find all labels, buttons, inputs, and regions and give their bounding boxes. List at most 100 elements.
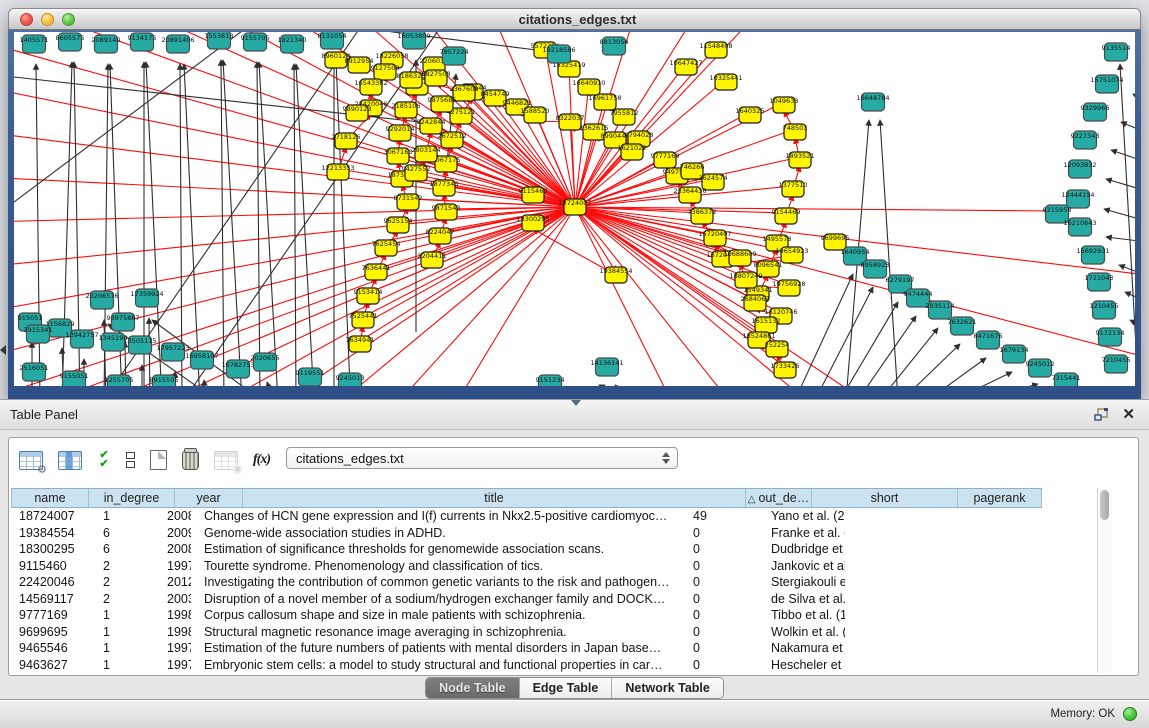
graph-node[interactable]: 9119551 [296,368,325,386]
graph-node[interactable]: 7525441 [349,312,378,328]
scrollbar-thumb[interactable] [1100,490,1109,520]
table-row[interactable]: 1456911722003Disruption of a novel membe… [11,591,1042,608]
graph-node[interactable]: 9245013 [336,373,365,386]
graph-node[interactable]: 1733426 [771,362,800,378]
network-graph[interactable]: 1872400722060381420043218510692920143067… [14,32,1135,386]
graph-node[interactable]: 16640910 [572,79,605,95]
graph-node[interactable]: 1049633 [770,97,799,113]
graph-node[interactable]: 8731542 [394,194,423,210]
graph-node[interactable]: 9827508 [422,70,451,86]
graph-node[interactable]: 748503 [783,124,808,140]
graph-node[interactable]: 19218586 [542,45,575,63]
graph-node[interactable]: 7857224 [440,47,469,65]
graph-node[interactable]: 17359924 [130,289,163,307]
graph-node[interactable]: 12213353 [321,164,354,180]
graph-node[interactable]: 93975887 [106,313,139,331]
graph-node[interactable]: 1615132 [752,317,781,333]
graph-node[interactable]: 20206576 [85,291,118,309]
graph-node[interactable]: 9153414 [354,288,383,304]
graph-node[interactable]: 1821340 [278,35,307,53]
function-icon[interactable]: f(x) [253,452,270,468]
graph-node[interactable]: 8224047 [426,228,455,244]
show-column-icon[interactable] [58,451,82,470]
graph-node[interactable]: 9427552 [402,165,431,181]
graph-edge[interactable] [1120,64,1135,386]
zoom-button[interactable] [62,13,75,26]
close-button[interactable] [20,13,33,26]
graph-node[interactable]: 16782753 [221,360,254,378]
graph-node[interactable]: 9115460 [519,187,548,203]
graph-node[interactable]: 16648784 [856,93,889,111]
graph-node[interactable]: 3067163 [384,148,413,164]
graph-node[interactable]: 11548408 [699,42,732,58]
graph-node[interactable]: 7955812 [610,109,639,125]
graph-node[interactable]: 7636441 [362,264,391,280]
table-row[interactable]: 911546021997Tourette syndrome. Phenomeno… [11,558,1042,575]
table-row[interactable]: 977716911998Corpus callosum shape and si… [11,607,1042,624]
graph-node[interactable]: 9151234 [536,375,565,386]
graph-node[interactable]: 1721043 [1085,273,1114,291]
graph-node[interactable]: 1210455 [1090,301,1119,319]
minimize-button[interactable] [41,13,54,26]
graph-node[interactable]: 1377510 [779,181,808,197]
graph-node[interactable]: 2185106 [392,102,421,118]
graph-node[interactable]: 1255705 [105,375,134,386]
graph-node[interactable]: 1679134 [1000,345,1029,363]
memory-status-indicator[interactable] [1123,707,1137,721]
graph-node[interactable]: 20891406 [161,35,194,53]
graph-node[interactable]: 1553813 [205,32,234,49]
graph-edge[interactable] [954,372,1012,386]
graph-node[interactable]: 9890123 [343,105,372,121]
graph-edge[interactable] [574,385,605,386]
graph-node[interactable]: 2803144 [412,146,441,162]
table-row[interactable]: 946362711997Embryonic stem cells: a mode… [11,657,1042,674]
graph-node[interactable]: 10647427 [669,59,702,75]
graph-node[interactable]: 9127503 [371,64,400,80]
graph-node[interactable]: 7210455 [1102,355,1131,373]
graph-edge[interactable] [980,384,1038,386]
float-panel-icon[interactable] [1094,408,1109,421]
graph-node[interactable]: 9625154 [384,217,413,233]
graph-node[interactable]: 9329966 [1081,103,1110,121]
graph-edge[interactable] [880,328,938,386]
graph-node[interactable]: 12093832 [1063,160,1096,178]
graph-node[interactable]: 10325441 [709,74,742,90]
graph-edge[interactable] [1104,209,1135,226]
graph-node[interactable]: 13505115 [123,336,156,354]
graph-edge[interactable] [294,64,296,386]
graph-node[interactable]: 15751074 [1090,75,1123,93]
tab-edge-table[interactable]: Edge Table [520,678,613,698]
graph-node[interactable]: 13942757 [65,330,98,348]
column-header-pagerank[interactable]: pagerank [958,489,1042,507]
graph-edge[interactable] [257,62,260,386]
graph-edge[interactable] [902,344,960,386]
graph-node[interactable]: 9292014 [386,125,415,141]
graph-edge[interactable] [180,64,182,386]
graph-edge[interactable] [267,382,274,386]
column-header-title[interactable]: title [243,489,746,507]
table-mode-icon[interactable] [19,451,43,470]
graph-node[interactable]: 19756928 [772,280,805,296]
column-header-name[interactable]: name [11,489,89,507]
graph-node[interactable]: 16958107 [185,351,218,369]
table-row[interactable]: 1830029562008Estimation of significance … [11,541,1042,558]
graph-edge[interactable] [569,66,575,207]
graph-node[interactable]: 16961758 [588,94,621,110]
graph-node[interactable]: 9154469 [772,208,801,224]
vertical-scrollbar[interactable] [1097,488,1112,673]
graph-node[interactable]: 14136141 [590,358,623,376]
graph-node[interactable]: 8813054 [600,37,629,55]
graph-node[interactable]: 2516051 [20,363,49,381]
graph-node[interactable]: 2204411 [418,252,447,268]
column-header-year[interactable]: year [175,489,243,507]
table-row[interactable]: 1938455462009Genome-wide association stu… [11,525,1042,542]
graph-node[interactable]: 2718126 [332,133,361,149]
column-header-short[interactable]: short [812,489,958,507]
graph-node[interactable]: 15692931 [1076,246,1109,264]
graph-node[interactable]: 1893521 [786,152,815,168]
graph-node[interactable]: 8912954 [345,57,374,73]
tab-network-table[interactable]: Network Table [612,678,723,698]
graph-node[interactable]: 9155705 [241,33,270,51]
graph-node[interactable]: 8605575 [56,33,85,51]
graph-node[interactable]: 1621022 [618,144,647,160]
